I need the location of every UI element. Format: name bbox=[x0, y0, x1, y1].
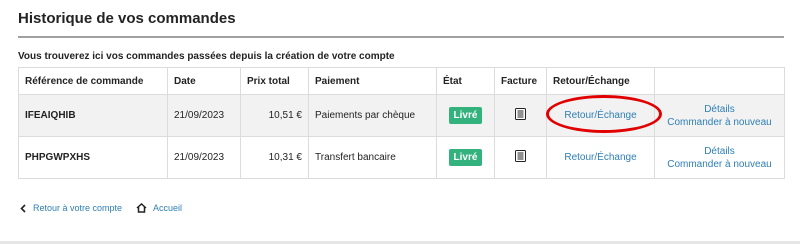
header-date: Date bbox=[167, 67, 241, 95]
header-total: Prix total bbox=[240, 67, 309, 95]
header-reference: Référence de commande bbox=[18, 67, 168, 95]
return-exchange-link[interactable]: Retour/Échange bbox=[564, 110, 636, 121]
order-date: 21/09/2023 bbox=[167, 94, 241, 137]
return-exchange-link[interactable]: Retour/Échange bbox=[564, 152, 636, 163]
header-invoice: Facture bbox=[494, 67, 547, 95]
back-to-account-label: Retour à votre compte bbox=[33, 203, 123, 213]
page-title: Historique de vos commandes bbox=[18, 10, 236, 27]
status-badge: Livré bbox=[448, 149, 483, 166]
reorder-link[interactable]: Commander à nouveau bbox=[661, 116, 778, 129]
details-link[interactable]: Détails bbox=[661, 145, 778, 158]
header-state: État bbox=[436, 67, 495, 95]
header-actions bbox=[654, 67, 785, 95]
intro-text: Vous trouverez ici vos commandes passées… bbox=[18, 51, 395, 62]
footer-navigation: Retour à votre compte Accueil bbox=[20, 203, 196, 213]
order-date: 21/09/2023 bbox=[167, 136, 241, 179]
table-row: PHPGWPXHS 21/09/2023 10,31 € Transfert b… bbox=[18, 136, 785, 179]
reorder-link[interactable]: Commander à nouveau bbox=[661, 158, 778, 171]
invoice-document-icon[interactable] bbox=[515, 150, 526, 165]
orders-table: Référence de commande Date Prix total Pa… bbox=[18, 67, 785, 179]
details-link[interactable]: Détails bbox=[661, 103, 778, 116]
order-reference: IFEAIQHIB bbox=[18, 94, 168, 137]
chevron-left-icon bbox=[20, 203, 26, 213]
back-to-account-link[interactable]: Retour à votre compte bbox=[20, 203, 122, 213]
home-label: Accueil bbox=[153, 203, 183, 213]
order-payment: Transfert bancaire bbox=[308, 136, 437, 179]
header-return: Retour/Échange bbox=[546, 67, 655, 95]
invoice-document-icon[interactable] bbox=[515, 108, 526, 123]
order-reference: PHPGWPXHS bbox=[18, 136, 168, 179]
order-total: 10,31 € bbox=[240, 136, 309, 179]
home-link[interactable]: Accueil bbox=[136, 203, 182, 213]
table-row: IFEAIQHIB 21/09/2023 10,51 € Paiements p… bbox=[18, 94, 785, 137]
home-icon bbox=[136, 203, 147, 213]
header-payment: Paiement bbox=[308, 67, 437, 95]
order-total: 10,51 € bbox=[240, 94, 309, 137]
table-header-row: Référence de commande Date Prix total Pa… bbox=[18, 67, 785, 95]
title-divider bbox=[18, 36, 784, 38]
status-badge: Livré bbox=[448, 107, 483, 124]
order-payment: Paiements par chèque bbox=[308, 94, 437, 137]
